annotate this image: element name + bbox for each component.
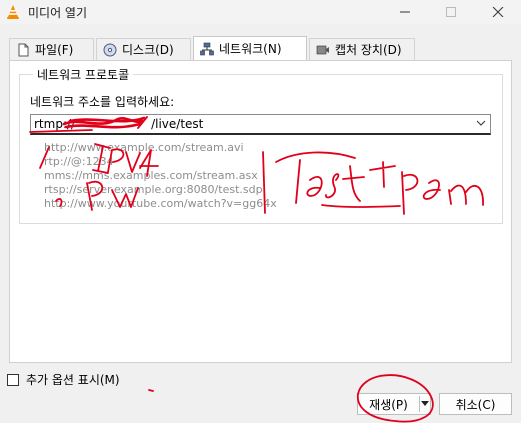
more-options-checkbox[interactable]: 추가 옵션 표시(M) [7,371,120,388]
cancel-button[interactable]: 취소(C) [439,393,512,415]
maximize-icon [446,7,456,17]
play-split-button[interactable]: 재생(P) [357,393,431,415]
checkbox-box[interactable] [7,373,19,386]
group-title: 네트워크 프로토콜 [33,66,134,83]
network-panel: 네트워크 프로토콜 네트워크 주소를 입력하세요: rtmp:///live/t… [9,60,512,363]
capture-device-icon [316,45,329,54]
play-label: 재생(P) [369,397,408,412]
file-icon [18,43,29,56]
minimize-button[interactable] [382,0,428,24]
maximize-button[interactable] [428,0,474,24]
url-value: rtmp:///live/test [34,117,204,131]
tab-label: 디스크(D) [122,43,174,57]
network-url-combobox[interactable]: rtmp:///live/test [30,114,491,135]
caret-down-icon[interactable] [421,401,429,407]
tab-disc[interactable]: 디스크(D) [96,38,191,60]
tab-label: 네트워크(N) [219,42,282,56]
window-title: 미디어 열기 [28,6,88,20]
tab-file[interactable]: 파일(F) [9,38,94,60]
close-button[interactable] [475,0,521,24]
more-options-label: 추가 옵션 표시(M) [26,373,120,387]
cancel-label: 취소(C) [455,397,496,412]
minimize-icon [400,11,410,13]
title-bar: 미디어 열기 [0,0,521,24]
example-line: http://www.example.com/stream.avi [44,141,244,154]
url-label: 네트워크 주소를 입력하세요: [30,95,175,109]
close-icon [492,7,504,17]
tab-capture-device[interactable]: 캡처 장치(D) [309,38,415,60]
play-button[interactable]: 재생(P) [358,394,419,414]
tab-network[interactable]: 네트워크(N) [193,36,307,60]
tab-label: 캡처 장치(D) [335,43,402,57]
example-line: rtp://@:1234 [44,155,114,168]
disc-icon [103,43,117,56]
network-icon [200,42,214,55]
example-line: rtsp://server.example.org:8080/test.sdp [44,183,263,196]
split-divider [419,396,420,412]
vlc-cone-icon [7,5,19,19]
example-line: http://www.yourtube.com/watch?v=gg64x [44,197,277,210]
tab-label: 파일(F) [35,43,74,57]
example-line: mms://mms.examples.com/stream.asx [44,169,258,182]
network-protocol-group: 네트워크 프로토콜 네트워크 주소를 입력하세요: rtmp:///live/t… [19,66,503,224]
url-examples: http://www.example.com/stream.avi rtp://… [44,141,277,211]
chevron-down-icon[interactable] [476,120,486,127]
